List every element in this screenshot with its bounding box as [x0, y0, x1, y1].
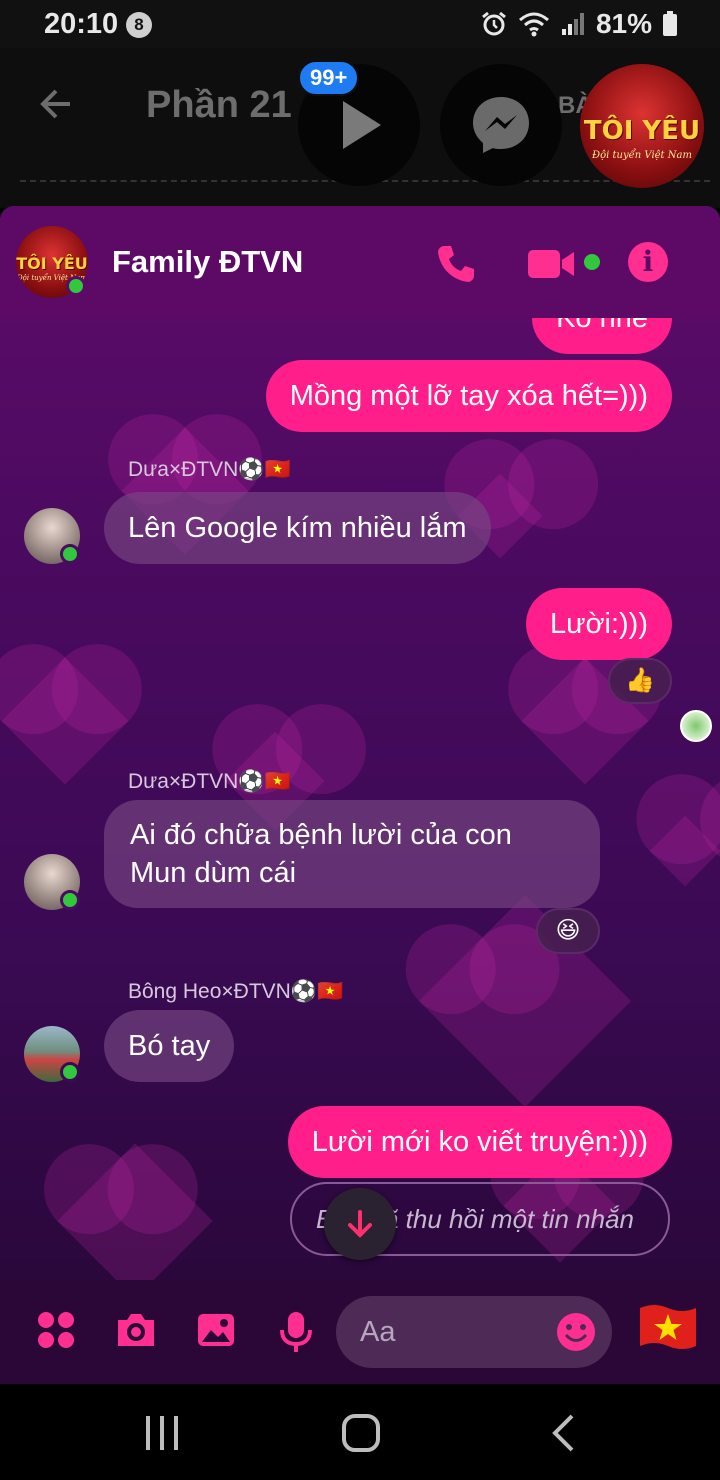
avatar-logo-text: TÔI YÊU: [16, 254, 88, 273]
seen-by-avatar: [680, 710, 712, 742]
quick-reaction-flag-icon[interactable]: [638, 1302, 698, 1354]
background-title: Phần 21: [146, 84, 292, 126]
video-call-icon[interactable]: [528, 248, 578, 280]
message-reaction[interactable]: 😆: [536, 908, 600, 954]
battery-icon: [663, 11, 677, 36]
online-status-dot: [66, 276, 86, 296]
signal-icon: [561, 13, 584, 35]
active-call-dot: [584, 254, 600, 270]
sender-name: Dưa×ĐTVN⚽🇻🇳: [128, 770, 291, 793]
sender-name: Bông Heo×ĐTVN⚽🇻🇳: [128, 980, 344, 1003]
message-outgoing[interactable]: Ko nhe: [532, 318, 672, 354]
message-outgoing[interactable]: Mồng một lỡ tay xóa hết=))): [265, 360, 672, 432]
emoji-icon[interactable]: [556, 1312, 596, 1352]
conversation-title[interactable]: Family ĐTVN: [112, 244, 303, 280]
online-status-dot: [60, 544, 80, 564]
message-incoming[interactable]: Bó tay: [104, 1010, 235, 1082]
info-button[interactable]: i: [628, 242, 668, 282]
apps-icon[interactable]: [36, 1310, 76, 1350]
play-icon: [343, 101, 381, 149]
online-status-dot: [60, 890, 80, 910]
message-incoming[interactable]: Ai đó chữa bệnh lười của con Mun dùm cái: [104, 800, 600, 908]
message-incoming[interactable]: Lên Google kím nhiều lắm: [104, 492, 491, 564]
arrow-down-icon: [348, 1210, 372, 1238]
status-time: 20:10: [44, 8, 119, 40]
message-outgoing[interactable]: Lười mới ko viết truyện:))): [287, 1106, 672, 1178]
status-bar: 20:10 8 81%: [0, 0, 720, 48]
message-outgoing[interactable]: Lười:))): [525, 588, 672, 660]
messenger-icon: [473, 97, 529, 153]
message-composer: Aa: [0, 1280, 720, 1384]
notification-count-badge: 8: [126, 12, 152, 38]
scroll-to-bottom-button[interactable]: [324, 1188, 396, 1260]
chat-panel: TÔI YÊU Đội tuyển Việt Nam Family ĐTVN i…: [0, 206, 720, 1384]
unread-count-badge: 99+: [298, 60, 360, 96]
alarm-icon: [482, 11, 506, 36]
back-arrow-icon[interactable]: [36, 84, 76, 124]
home-icon[interactable]: [342, 1414, 380, 1452]
avatar-logo-subtext: Đội tuyển Việt Nam: [592, 150, 692, 161]
wifi-icon: [518, 12, 549, 37]
info-icon: i: [642, 245, 654, 278]
phone-call-icon[interactable]: [434, 242, 478, 286]
system-navigation-bar: [0, 1384, 720, 1480]
status-icons: 81%: [480, 8, 678, 40]
chat-header: TÔI YÊU Đội tuyển Việt Nam Family ĐTVN i: [0, 206, 720, 318]
background-app: Phần 21 BÀ 99+ TÔI YÊU Đội tuyển Việt Na…: [0, 48, 720, 208]
message-input[interactable]: Aa: [336, 1296, 612, 1368]
message-list[interactable]: Ko nhe Mồng một lỡ tay xóa hết=))) Dưa×Đ…: [0, 318, 720, 1280]
back-icon[interactable]: [550, 1414, 576, 1452]
sender-name: Dưa×ĐTVN⚽🇻🇳: [128, 458, 291, 481]
recent-apps-icon[interactable]: [144, 1416, 180, 1450]
gallery-icon[interactable]: [196, 1310, 236, 1350]
camera-icon[interactable]: [114, 1310, 158, 1350]
message-reaction[interactable]: 👍: [608, 658, 672, 704]
group-bubble-head[interactable]: TÔI YÊU Đội tuyển Việt Nam: [580, 64, 704, 188]
message-input-placeholder: Aa: [360, 1316, 396, 1348]
messenger-bubble-head[interactable]: [440, 64, 562, 186]
avatar-logo-text: TÔI YÊU: [583, 116, 701, 146]
microphone-icon[interactable]: [278, 1310, 314, 1354]
online-status-dot: [60, 1062, 80, 1082]
battery-percent: 81%: [595, 8, 652, 39]
